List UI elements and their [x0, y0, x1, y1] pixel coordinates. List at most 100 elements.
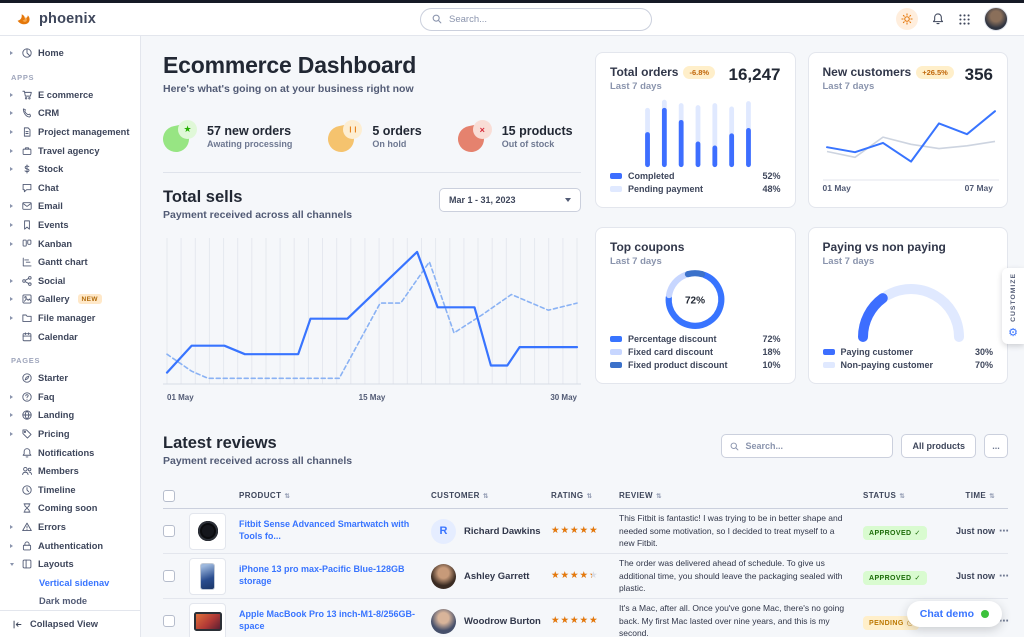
legend-row: Percentage discount72%: [610, 332, 781, 345]
column-label: CUSTOMER: [431, 491, 480, 500]
chat-demo-button[interactable]: Chat demo: [907, 601, 1002, 627]
collapse-sidebar-button[interactable]: Collapsed View: [0, 610, 140, 637]
sort-icon: ⇅: [284, 492, 290, 500]
chevron-right-icon: [10, 204, 16, 208]
sidebar-item-file-manager[interactable]: File manager: [0, 309, 140, 328]
table-header-row: PRODUCT⇅CUSTOMER⇅RATING⇅REVIEW⇅STATUS⇅TI…: [163, 483, 1008, 509]
legend-row: Fixed card discount18%: [610, 345, 781, 358]
search-icon: [432, 14, 442, 24]
reviews-more-button[interactable]: ...: [984, 434, 1008, 458]
sidebar-item-social[interactable]: Social: [0, 272, 140, 291]
sidebar-item-authentication[interactable]: Authentication: [0, 536, 140, 555]
sidebar-item-timeline[interactable]: Timeline: [0, 480, 140, 499]
compass-icon: [21, 372, 33, 384]
notifications-button[interactable]: [931, 12, 945, 26]
column-header-rating[interactable]: RATING⇅: [551, 491, 619, 500]
row-menu-button[interactable]: ⋯: [995, 571, 1009, 582]
sidebar-item-label: Timeline: [38, 485, 76, 495]
apps-menu-button[interactable]: [958, 13, 971, 26]
sidebar-item-label: Starter: [38, 373, 68, 383]
clipboard-icon: [21, 126, 33, 138]
row-menu-button[interactable]: ⋯: [995, 526, 1009, 537]
all-products-filter-button[interactable]: All products: [901, 434, 976, 458]
sidebar-item-events[interactable]: Events: [0, 216, 140, 235]
chevron-down-icon: [565, 198, 571, 202]
sidebar-item-kanban[interactable]: Kanban: [0, 234, 140, 253]
sidebar-item-coming-soon[interactable]: Coming soon: [0, 499, 140, 518]
new-customers-chart: [823, 94, 999, 182]
select-all-checkbox[interactable]: [163, 490, 175, 502]
sidebar-item-errors[interactable]: Errors: [0, 518, 140, 537]
product-link[interactable]: Apple MacBook Pro 13 inch-M1-8/256GB-spa…: [239, 609, 431, 632]
sidebar-item-faq[interactable]: Faq: [0, 388, 140, 407]
sidebar-item-notifications[interactable]: Notifications: [0, 443, 140, 462]
legend-label: Completed: [628, 171, 675, 181]
dashboard-left-column: Ecommerce Dashboard Here's what's going …: [163, 52, 581, 406]
legend-row: Fixed product discount10%: [610, 358, 781, 371]
legend-swatch: [610, 336, 622, 342]
column-header-time[interactable]: TIME⇅: [947, 491, 995, 500]
sidebar-subitem-dark-mode[interactable]: Dark mode: [0, 592, 140, 611]
row-checkbox[interactable]: [163, 570, 175, 582]
stat-sub: Out of stock: [502, 139, 573, 149]
sidebar-item-project-management[interactable]: Project management: [0, 123, 140, 142]
layout-icon: [21, 558, 33, 570]
review-row: Fitbit Sense Advanced Smartwatch with To…: [163, 509, 1008, 554]
stat-blob: ❙❙: [328, 120, 362, 152]
row-checkbox[interactable]: [163, 615, 175, 627]
sidebar-item-pricing[interactable]: Pricing: [0, 425, 140, 444]
sidebar-item-calendar[interactable]: Calendar: [0, 327, 140, 346]
legend-label: Pending payment: [628, 184, 703, 194]
column-header-review[interactable]: REVIEW⇅: [619, 491, 863, 500]
sidebar-item-crm[interactable]: CRM: [0, 104, 140, 123]
column-header-product[interactable]: PRODUCT⇅: [239, 491, 431, 500]
legend-swatch: [610, 349, 622, 355]
row-checkbox[interactable]: [163, 525, 175, 537]
global-search-input[interactable]: Search...: [420, 8, 652, 31]
sidebar-item-label: Stock: [38, 164, 63, 174]
sidebar-item-label: E commerce: [38, 90, 93, 100]
status-badge: APPROVED✓: [863, 526, 927, 540]
sidebar-item-members[interactable]: Members: [0, 462, 140, 481]
order-stats: ★57 new ordersAwating processing❙❙5 orde…: [163, 120, 581, 152]
reviews-search-input[interactable]: Search...: [721, 434, 893, 458]
product-link[interactable]: Fitbit Sense Advanced Smartwatch with To…: [239, 519, 431, 542]
sidebar-item-travel-agency[interactable]: Travel agency: [0, 141, 140, 160]
column-header-status[interactable]: STATUS⇅: [863, 491, 947, 500]
sidebar-item-gallery[interactable]: GalleryNEW: [0, 290, 140, 309]
date-range-select[interactable]: Mar 1 - 31, 2023: [439, 188, 581, 212]
legend-value: 18%: [762, 347, 780, 357]
status-badge: APPROVED✓: [863, 571, 927, 585]
column-label: TIME: [965, 491, 986, 500]
customize-panel-tab[interactable]: CUSTOMIZE ⚙: [1002, 268, 1024, 344]
card-title: Top coupons: [610, 240, 684, 254]
chat-icon: [21, 182, 33, 194]
chevron-right-icon: [10, 242, 16, 246]
sidebar-item-gantt-chart[interactable]: Gantt chart: [0, 253, 140, 272]
rating-stars: ★★★★★★★★★★: [551, 571, 619, 581]
review-time: Just now: [947, 526, 995, 536]
column-header-customer[interactable]: CUSTOMER⇅: [431, 491, 551, 500]
sidebar-item-stock[interactable]: Stock: [0, 160, 140, 179]
sidebar-item-home[interactable]: Home: [0, 44, 140, 63]
sidebar-item-label: Kanban: [38, 239, 72, 249]
product-link[interactable]: iPhone 13 pro max-Pacific Blue-128GB sto…: [239, 564, 431, 587]
brand[interactable]: phoenix: [16, 11, 96, 28]
trend-badge: +26.5%: [916, 66, 954, 79]
sidebar-item-chat[interactable]: Chat: [0, 179, 140, 198]
total-sells-subtitle: Payment received across all channels: [163, 209, 352, 221]
review-row: Apple MacBook Pro 13 inch-M1-8/256GB-spa…: [163, 599, 1008, 637]
sidebar-item-layouts[interactable]: Layouts: [0, 555, 140, 574]
user-avatar[interactable]: [984, 7, 1008, 31]
search-placeholder: Search...: [449, 14, 487, 25]
sidebar-item-landing[interactable]: Landing: [0, 406, 140, 425]
theme-toggle-button[interactable]: [896, 8, 918, 30]
legend-label: Non-paying customer: [841, 360, 934, 370]
sidebar-item-e-commerce[interactable]: E commerce: [0, 86, 140, 105]
chevron-down-icon: [10, 563, 16, 566]
chevron-right-icon: [10, 525, 16, 529]
sidebar-item-starter[interactable]: Starter: [0, 369, 140, 388]
sidebar-nav: HomeAPPSE commerceCRMProject managementT…: [0, 44, 140, 629]
sidebar-item-email[interactable]: Email: [0, 197, 140, 216]
sidebar-subitem-vertical-sidenav[interactable]: Vertical sidenav: [0, 573, 140, 592]
